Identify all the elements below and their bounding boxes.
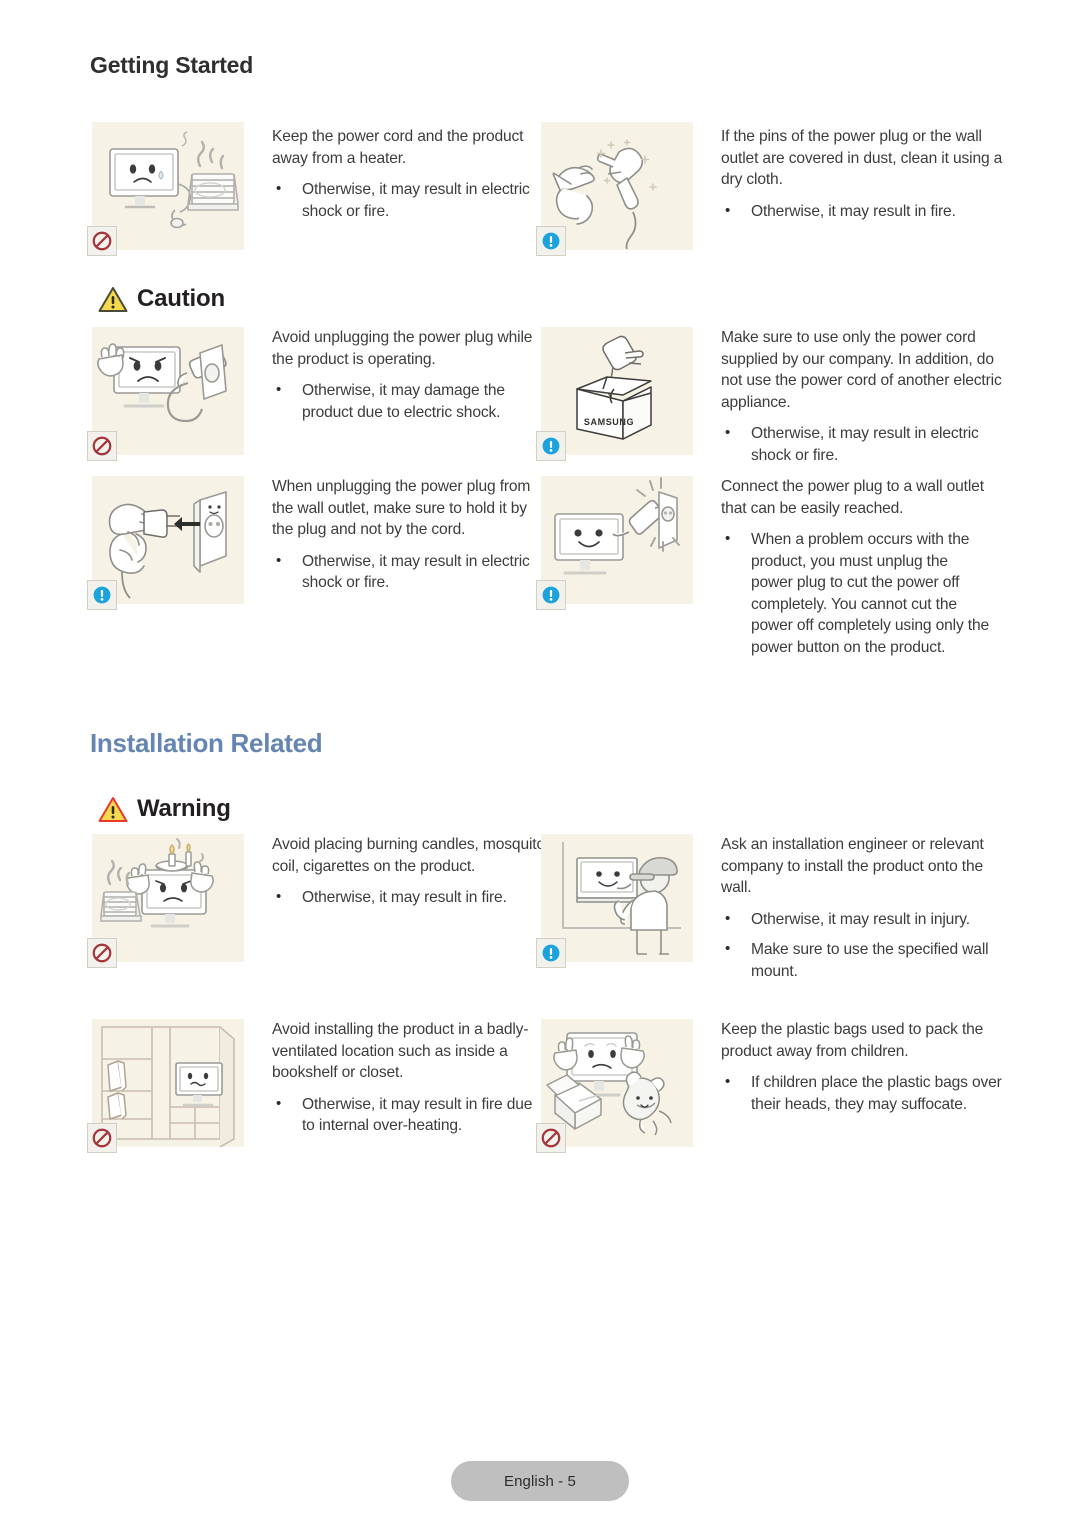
footer-label: English - 5 [504,1472,576,1490]
bullet-item: When a problem occurs with the product, … [721,528,993,658]
bullet-list: When a problem occurs with the product, … [721,528,993,658]
copy-block: Avoid placing burning candles, mosquito … [272,834,550,909]
warning-triangle-icon [98,286,128,312]
warning-triangle-icon [98,796,128,822]
bullet-list: Otherwise, it may result in injury. Make… [721,908,993,983]
copy-block: If the pins of the power plug or the wal… [721,126,1006,222]
bullet-list: Otherwise, it may result in fire. [272,886,550,909]
lead-text: Avoid installing the product in a badly-… [272,1021,529,1081]
caution-banner: Caution [98,285,225,313]
running-head: Getting Started [90,52,254,78]
info-icon [536,226,566,256]
svg-text:SAMSUNG: SAMSUNG [584,417,634,427]
warning-banner: Warning [98,795,231,823]
copy-block: When unplugging the power plug from the … [272,476,544,594]
copy-block: Connect the power plug to a wall outlet … [721,476,993,658]
lead-text: If the pins of the power plug or the wal… [721,128,1003,188]
info-icon [87,580,117,610]
illustration-monitor-with-candles-and-heater [87,834,244,968]
bullet-list: Otherwise, it may result in electric sho… [721,422,1006,466]
prohibition-icon [87,226,117,256]
bullet-list: Otherwise, it may result in fire due to … [272,1093,544,1137]
bullet-item: Otherwise, it may result in injury. [721,908,993,931]
caution-label: Caution [137,285,225,312]
info-icon [536,938,566,968]
bullet-item: Make sure to use the specified wall moun… [721,938,993,982]
info-icon [536,580,566,610]
bullet-item: Otherwise, it may result in electric sho… [272,178,534,222]
info-icon [536,431,566,461]
bullet-list: Otherwise, it may result in fire. [721,200,1006,223]
lead-text: Keep the power cord and the product away… [272,128,524,167]
illustration-monitor-inside-bookshelf [87,1019,244,1153]
copy-block: Ask an installation engineer or relevant… [721,834,993,982]
copy-block: Make sure to use only the power cord sup… [721,327,1006,466]
lead-text: When unplugging the power plug from the … [272,478,531,538]
illustration-smiling-monitor-plug-into-wall-outlet [536,476,693,610]
lead-text: Avoid unplugging the power plug while th… [272,329,533,368]
bullet-item: If children place the plastic bags over … [721,1071,1006,1115]
manual-page: Getting Started Keep the power cord and … [0,0,1080,1534]
lead-text: Make sure to use only the power cord sup… [721,329,1002,411]
bullet-item: Otherwise, it may result in fire due to … [272,1093,544,1137]
section-title-installation-related: Installation Related [90,728,323,758]
bullet-item: Otherwise, it may damage the product due… [272,379,544,423]
prohibition-icon [536,1123,566,1153]
lead-text: Avoid placing burning candles, mosquito … [272,836,545,875]
copy-block: Keep the power cord and the product away… [272,126,534,222]
bullet-list: If children place the plastic bags over … [721,1071,1006,1115]
illustration-monitor-sweating-next-to-heater [87,122,244,256]
prohibition-icon [87,938,117,968]
lead-text: Ask an installation engineer or relevant… [721,836,984,896]
page-footer-language-pill: English - 5 [451,1461,629,1501]
bullet-list: Otherwise, it may damage the product due… [272,379,544,423]
bullet-item: Otherwise, it may result in electric sho… [721,422,1006,466]
copy-block: Keep the plastic bags used to pack the p… [721,1019,1006,1115]
illustration-angry-monitor-plug-pulled-from-outlet [87,327,244,461]
illustration-hand-wiping-plug-with-cloth [536,122,693,256]
copy-block: Avoid installing the product in a badly-… [272,1019,544,1137]
lead-text: Keep the plastic bags used to pack the p… [721,1021,984,1060]
warning-label: Warning [137,795,231,822]
illustration-hand-pulling-plug-from-wall-outlet [87,476,244,610]
illustration-plug-coming-out-of-samsung-box: SAMSUNG [536,327,693,461]
bullet-item: Otherwise, it may result in fire. [721,200,1006,223]
illustration-monitor-child-and-packing-bags [536,1019,693,1153]
lead-text: Connect the power plug to a wall outlet … [721,478,984,517]
bullet-item: Otherwise, it may result in electric sho… [272,550,544,594]
bullet-item: Otherwise, it may result in fire. [272,886,550,909]
illustration-engineer-installing-monitor-on-wall [536,834,693,968]
prohibition-icon [87,1123,117,1153]
bullet-list: Otherwise, it may result in electric sho… [272,178,534,222]
copy-block: Avoid unplugging the power plug while th… [272,327,544,423]
bullet-list: Otherwise, it may result in electric sho… [272,550,544,594]
prohibition-icon [87,431,117,461]
